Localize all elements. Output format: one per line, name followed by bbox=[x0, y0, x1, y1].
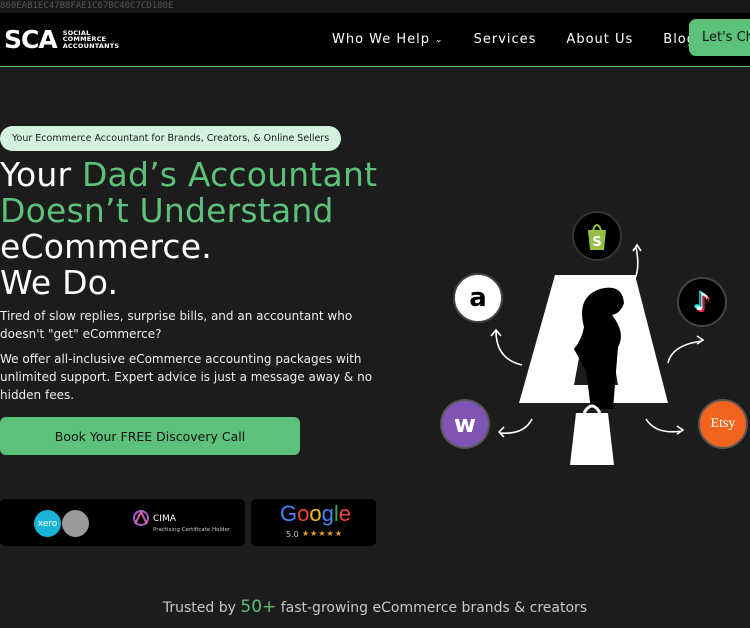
headline-accent: Dad’s Accountant bbox=[81, 155, 378, 194]
woocommerce-icon: w bbox=[440, 399, 490, 449]
nav-label: About Us bbox=[566, 32, 634, 47]
hero-headline: Your Dad’s Accountant Doesn’t Understand… bbox=[0, 157, 380, 301]
etsy-glyph: Etsy bbox=[710, 416, 736, 431]
brand-logo[interactable]: SCA SOCIAL COMMERCE ACCOUNTANTS bbox=[4, 25, 119, 54]
google-rating-badge: Google 5.0 ★★★★★ bbox=[251, 499, 376, 546]
nav-item-about-us[interactable]: About Us bbox=[566, 32, 633, 47]
top-strip: 860EAB1EC47B8FAE1C67BC40C7CD180E bbox=[0, 0, 750, 14]
xero-label: xero bbox=[37, 518, 58, 529]
cima-icon bbox=[133, 509, 149, 526]
google-stars: ★★★★★ bbox=[302, 529, 343, 538]
woo-glyph: w bbox=[453, 410, 477, 438]
accreditation-badge: xero CIMA Practising Certificate Holder bbox=[0, 499, 245, 546]
trusted-suffix: fast-growing eCommerce brands & creators bbox=[276, 600, 588, 616]
logo-mark: SCA bbox=[4, 25, 58, 54]
logo-text: SOCIAL COMMERCE ACCOUNTANTS bbox=[63, 30, 120, 50]
hero-paragraph-1: Tired of slow replies, surprise bills, a… bbox=[0, 309, 353, 341]
nav-label: Who We Help bbox=[332, 32, 431, 47]
cima-logo: CIMA Practising Certificate Holder bbox=[131, 509, 230, 533]
hero-paragraph-2: We offer all-inclusive eCommerce account… bbox=[0, 352, 373, 402]
book-discovery-call-button[interactable]: Book Your FREE Discovery Call bbox=[0, 417, 300, 455]
google-rating: 5.0 bbox=[286, 530, 299, 539]
top-strip-text: 860EAB1EC47B8FAE1C67BC40C7CD180E bbox=[0, 1, 174, 11]
amazon-icon: a bbox=[453, 273, 503, 323]
google-word: Google bbox=[280, 501, 352, 526]
headline-part: eCommerce. bbox=[0, 227, 212, 266]
nav-item-services[interactable]: Services bbox=[474, 32, 537, 47]
tiktok-icon: ♪ bbox=[677, 277, 727, 327]
main-nav: Who We Help ⌄ Services About Us Blog bbox=[332, 13, 726, 66]
trusted-number: 50+ bbox=[240, 597, 277, 617]
headline-accent: Doesn’t Understand bbox=[0, 191, 334, 230]
shopify-icon: S bbox=[572, 211, 622, 261]
hero-pill: Your Ecommerce Accountant for Brands, Cr… bbox=[0, 126, 342, 151]
svg-text:S: S bbox=[592, 235, 601, 250]
logo-text-line: ACCOUNTANTS bbox=[62, 41, 120, 50]
lets-chat-button[interactable]: Let's Chat bbox=[689, 19, 750, 56]
nav-label: Services bbox=[473, 32, 537, 47]
nav-item-who-we-help[interactable]: Who We Help ⌄ bbox=[332, 32, 444, 47]
headline-part: Your bbox=[0, 155, 82, 194]
trusted-prefix: Trusted by bbox=[162, 600, 241, 616]
cima-subtitle: Practising Certificate Holder bbox=[153, 527, 231, 533]
trusted-by-line: Trusted by 50+ fast-growing eCommerce br… bbox=[0, 597, 750, 617]
tiktok-glyph: ♪ bbox=[694, 288, 710, 316]
google-logo: Google bbox=[280, 501, 351, 527]
headline-part: We Do. bbox=[0, 263, 119, 302]
xero-logo: xero bbox=[34, 510, 61, 537]
amazon-glyph: a bbox=[469, 283, 487, 313]
etsy-icon: Etsy bbox=[698, 399, 748, 449]
chevron-down-icon: ⌄ bbox=[435, 34, 444, 45]
cima-name: CIMA bbox=[153, 514, 176, 524]
partner-seal-icon bbox=[62, 510, 89, 537]
site-header: SCA SOCIAL COMMERCE ACCOUNTANTS Who We H… bbox=[0, 13, 750, 67]
